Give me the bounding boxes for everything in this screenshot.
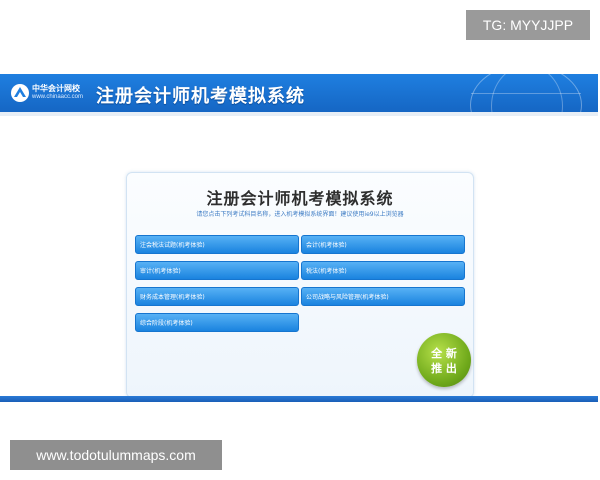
exam-button-strategy-risk[interactable]: 公司战略与风险管理(机考体验)	[301, 287, 465, 306]
panel-subtitle: 请您点击下列考试科目名称，进入机考模拟系统界面！建议使用ie9以上浏览器	[196, 211, 404, 218]
header-title: 注册会计师机考模拟系统	[96, 86, 305, 107]
badge-line-1: 全 新	[431, 347, 457, 360]
header-divider	[0, 112, 598, 116]
logo-chinese-text: 中华会计网校	[32, 84, 80, 93]
exam-button-financial-cost[interactable]: 财务成本管理(机考体验)	[135, 287, 299, 306]
globe-graphic	[470, 74, 582, 112]
exam-system-window: 中华会计网校 www.chinaacc.com 注册会计师机考模拟系统 注册会计…	[0, 74, 598, 402]
exam-selection-panel: 注册会计师机考模拟系统 请您点击下列考试科目名称，进入机考模拟系统界面！建议使用…	[126, 172, 474, 398]
watermark-bottom-left: www.todotulummaps.com	[10, 440, 222, 470]
exam-button-accounting[interactable]: 会计(机考体验)	[301, 235, 465, 254]
watermark-top-right: TG: MYYJJPP	[466, 10, 590, 40]
header-banner: 中华会计网校 www.chinaacc.com 注册会计师机考模拟系统	[0, 74, 598, 112]
exam-button-audit[interactable]: 审计(机考体验)	[135, 261, 299, 280]
exam-button-tax-trial[interactable]: 注会税法试题(机考体验)	[135, 235, 299, 254]
footer-bar	[0, 396, 598, 402]
exam-button-tax-law[interactable]: 税法(机考体验)	[301, 261, 465, 280]
exam-button-comprehensive[interactable]: 综合阶段(机考体验)	[135, 313, 299, 332]
logo-url-text: www.chinaacc.com	[32, 94, 84, 100]
logo-icon	[10, 83, 30, 107]
badge-line-2: 推 出	[431, 362, 457, 375]
new-launch-badge-button[interactable]: 全 新 推 出	[417, 333, 471, 387]
panel-title: 注册会计师机考模拟系统	[206, 189, 394, 208]
